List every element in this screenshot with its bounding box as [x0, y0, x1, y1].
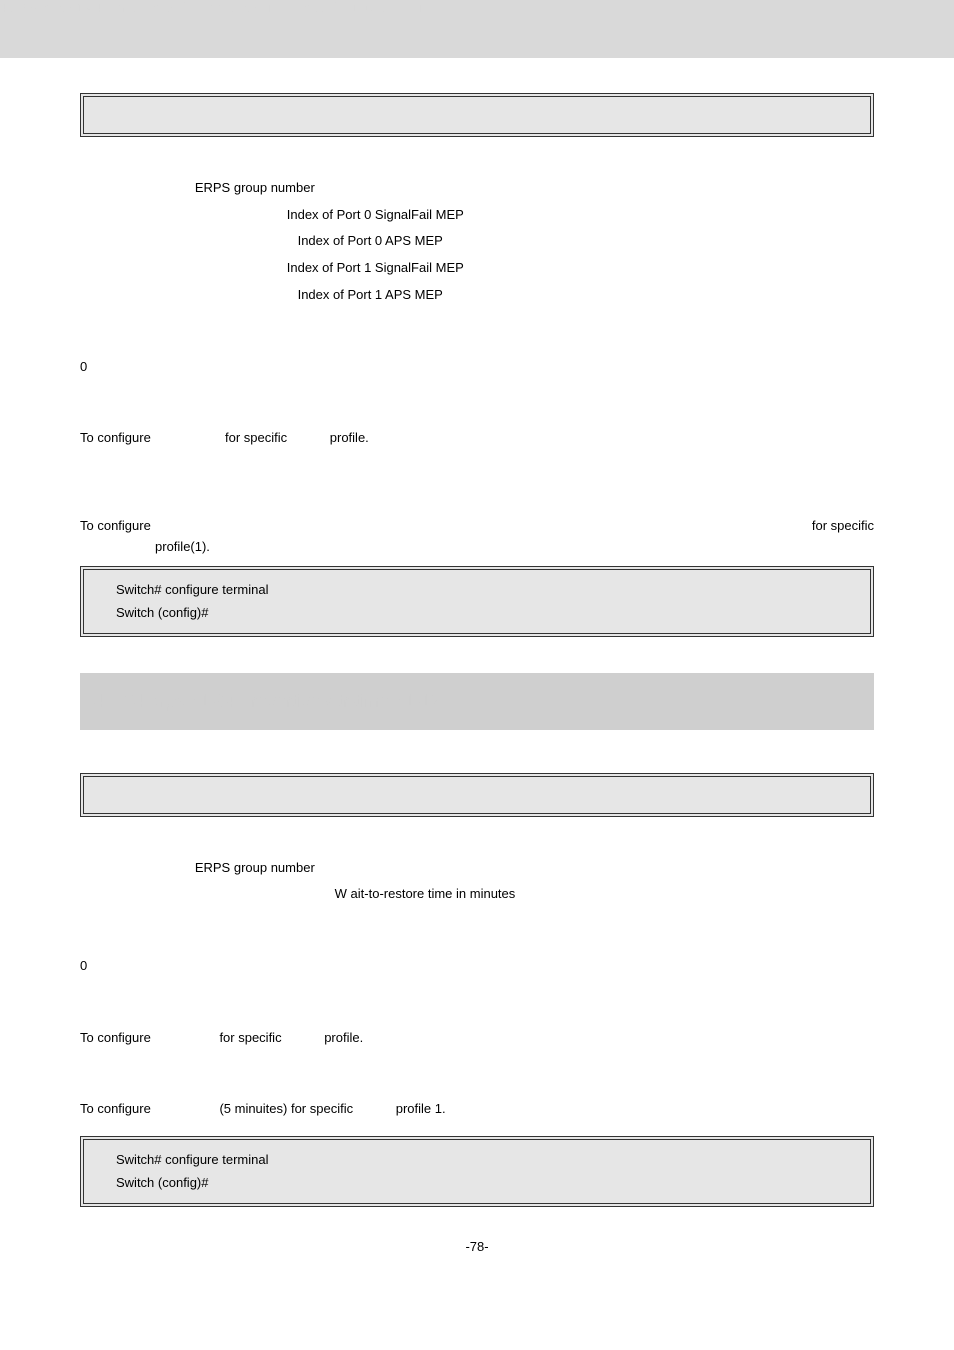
- param-port0aps-key: port0 aps <uint>: [200, 233, 294, 248]
- usage-text-1: To configure ERPS MEP for specific ERPS …: [80, 428, 874, 449]
- param-wtr-key: wtr-time <1-12>: [240, 886, 331, 901]
- example-text-1b: ERPS profile(1).: [116, 537, 874, 558]
- example-label-2: Example: [80, 1072, 874, 1093]
- param-group-1: <1-64> ERPS group number: [150, 178, 874, 199]
- param-group-desc-2: ERPS group number: [195, 860, 315, 875]
- ex1-post: for specific: [812, 514, 874, 537]
- usage-1-c: for specific: [221, 430, 287, 445]
- top-banner-bar: 4.2.33 erps <1-64> mep port0 sf <uint> a…: [0, 0, 954, 58]
- param-port1sf-key: port1 sf <uint>: [200, 260, 283, 275]
- ex3-d: ERPS: [353, 1101, 396, 1116]
- usage-1-e: profile.: [330, 430, 369, 445]
- usage-2-d: ERPS: [282, 1030, 325, 1045]
- ex2-a: ERPS: [116, 539, 155, 554]
- param-port0aps-desc: Index of Port 0 APS MEP: [298, 233, 443, 248]
- param-group-key-1: <1-64>: [150, 180, 191, 195]
- usage-1-a: To configure: [80, 430, 154, 445]
- section-banner-2: 4.2.34 erps <1-64> revertive wtr-time <1…: [80, 673, 874, 730]
- page-number: -78-: [0, 1239, 954, 1254]
- param-port1aps: port1 aps <uint> Index of Port 1 APS MEP: [200, 285, 874, 306]
- usage-2-a: To configure: [80, 1030, 151, 1045]
- example-text-2: To configure WTR Time (5 minuites) for s…: [80, 1099, 874, 1120]
- parameter-label-1: Parameter: [80, 151, 874, 172]
- param-wtr: wtr-time <1-12> W ait-to-restore time in…: [240, 884, 874, 905]
- usage-label-1: Usage Guidelines: [80, 401, 874, 422]
- term2-line1: Switch# configure terminal: [116, 1148, 838, 1171]
- usage-1-d: ERPS: [287, 430, 330, 445]
- default-label-1: Default: [80, 330, 874, 351]
- param-port1aps-key: port1 aps <uint>: [200, 287, 294, 302]
- param-wtr-desc: W ait-to-restore time in minutes: [335, 886, 516, 901]
- param-port1sf: port1 sf <uint> Index of Port 1 SignalFa…: [200, 258, 874, 279]
- example-label-1: Example: [80, 473, 874, 494]
- top-banner-text: 4.2.33 erps <1-64> mep port0 sf <uint> a…: [0, 0, 441, 15]
- usage-2-b: WTR Time: [151, 1030, 220, 1045]
- ex3-c: (5 minuites) for specific: [219, 1101, 353, 1116]
- syntax-label-2: Syntax: [80, 748, 874, 763]
- default-value-1: 0: [80, 357, 874, 378]
- usage-text-2: To configure WTR Time for specific ERPS …: [80, 1028, 874, 1049]
- param-port0sf: port0 sf <uint> Index of Port 0 SignalFa…: [200, 205, 874, 226]
- default-value-2: 0: [80, 956, 874, 977]
- param-port1aps-desc: Index of Port 1 APS MEP: [298, 287, 443, 302]
- ex2-b: profile(1).: [155, 539, 210, 554]
- param-port0sf-key: port0 sf <uint>: [200, 207, 283, 222]
- term2-line2a: Switch (config)#: [116, 1175, 208, 1190]
- param-port0sf-desc: Index of Port 0 SignalFail MEP: [287, 207, 464, 222]
- term1-line2a: Switch (config)#: [116, 605, 208, 620]
- usage-2-c: for specific: [219, 1030, 281, 1045]
- page-content: Syntax erps <1-64> mep port0 sf <uint> a…: [0, 68, 954, 1227]
- term1-line2b: erps 1 mep port0 sf 1 aps 2 port1 sf 3 a…: [208, 605, 463, 620]
- usage-label-2: Usage Guidelines: [80, 1001, 874, 1022]
- param-group-key-2: <1-64>: [150, 860, 191, 875]
- param-group-desc-1: ERPS group number: [195, 180, 315, 195]
- term1-line1: Switch# configure terminal: [116, 578, 838, 601]
- usage-1-b: ERPS MEP: [154, 430, 221, 445]
- ex3-e: profile 1.: [396, 1101, 446, 1116]
- usage-2-e: profile.: [324, 1030, 363, 1045]
- syntax-box-2: erps <1-64> revertive wtr-time <1-12>: [80, 773, 874, 817]
- term2-line2: Switch (config)# erps 1 revertive wtr-ti…: [116, 1171, 838, 1194]
- param-port0aps: port0 aps <uint> Index of Port 0 APS MEP: [200, 231, 874, 252]
- default-label-2: Default: [80, 929, 874, 950]
- example-row-1: To configure ERPS MEP (Port0 SignalFail …: [80, 514, 874, 537]
- parameter-label-2: Parameter: [80, 831, 874, 852]
- ex1-b: ERPS MEP (Port0 SignalFail MEP = 1, APS …: [151, 518, 708, 533]
- terminal-box-2: Switch# configure terminal Switch (confi…: [80, 1136, 874, 1207]
- ex3-b: WTR Time: [151, 1101, 220, 1116]
- syntax-box-1: erps <1-64> mep port0 sf <uint> aps <uin…: [80, 93, 874, 137]
- term2-line2b: erps 1 revertive wtr-time 5: [208, 1175, 362, 1190]
- param-group-2: <1-64> ERPS group number: [150, 858, 874, 879]
- example-text-1a: To configure ERPS MEP (Port0 SignalFail …: [80, 514, 707, 537]
- term1-line2: Switch (config)# erps 1 mep port0 sf 1 a…: [116, 601, 838, 624]
- param-port1sf-desc: Index of Port 1 SignalFail MEP: [287, 260, 464, 275]
- syntax-label-1: Syntax: [80, 68, 874, 83]
- ex3-a: To configure: [80, 1101, 151, 1116]
- terminal-box-1: Switch# configure terminal Switch (confi…: [80, 566, 874, 637]
- ex1-a: To configure: [80, 518, 151, 533]
